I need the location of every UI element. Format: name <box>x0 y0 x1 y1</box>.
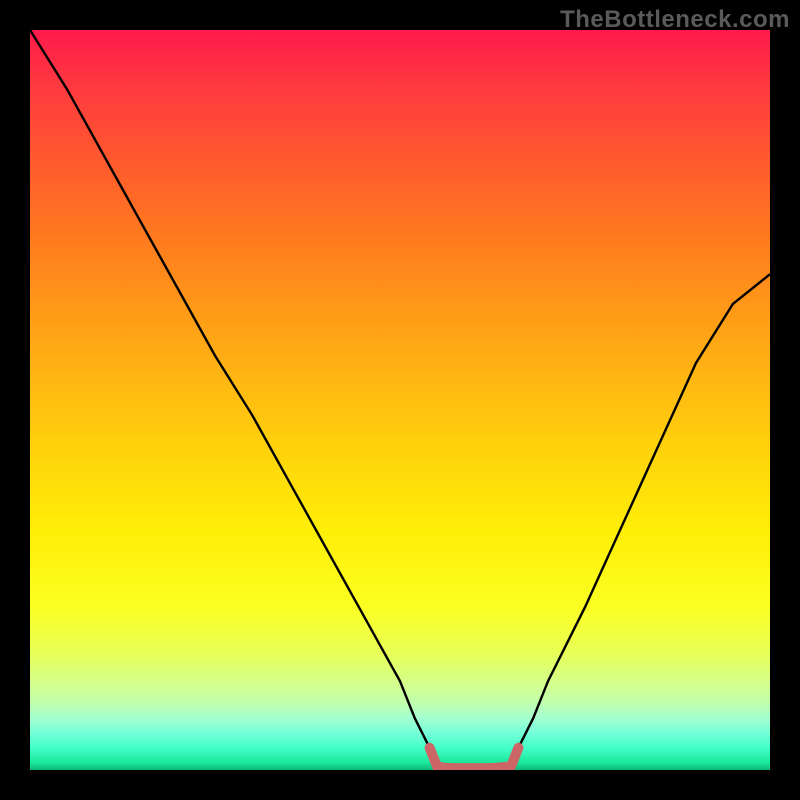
curve-bottom-highlight <box>437 766 511 768</box>
highlight-cap-right <box>511 748 518 767</box>
curve-layer <box>30 30 770 770</box>
watermark-text: TheBottleneck.com <box>560 6 790 34</box>
curve-right <box>511 274 770 762</box>
highlight-cap-left <box>430 748 437 767</box>
curve-left <box>30 30 437 763</box>
plot-area <box>30 30 770 770</box>
chart-stage: TheBottleneck.com <box>0 0 800 800</box>
